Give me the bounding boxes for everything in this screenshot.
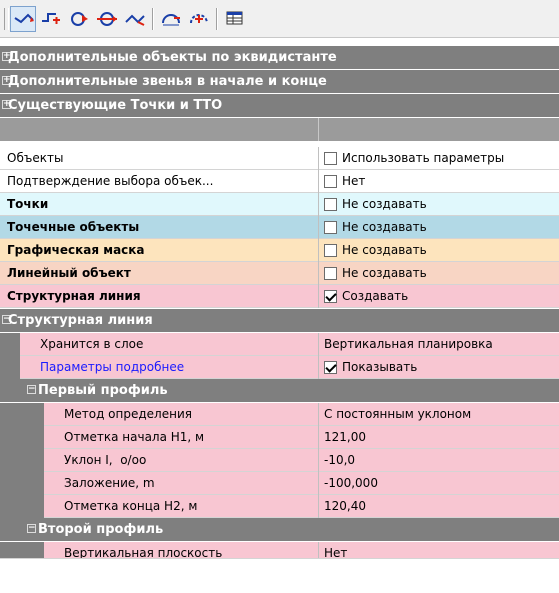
grid-blank-row xyxy=(0,118,559,141)
prop-h1[interactable]: Отметка начала H1, м 121,00 xyxy=(0,426,559,449)
prop-points-value[interactable]: Не создавать xyxy=(318,193,559,216)
collapse-minus-icon[interactable]: − xyxy=(27,385,36,394)
prop-stored-in-layer-value[interactable]: Вертикальная планировка xyxy=(318,333,559,356)
prop-h1-value[interactable]: 121,00 xyxy=(318,426,559,449)
line-fork-icon xyxy=(125,14,145,26)
circle-arrows-icon xyxy=(97,12,117,26)
prop-linear-object[interactable]: Линейный объект Не создавать xyxy=(0,262,559,285)
circle-arrow-icon xyxy=(71,12,88,26)
prop-params-more[interactable]: Параметры подробнее Показывать xyxy=(0,356,559,379)
step-line-icon xyxy=(42,13,60,24)
prop-params-more-value[interactable]: Показывать xyxy=(318,356,559,379)
polyline-arrow-button[interactable] xyxy=(10,6,36,32)
prop-structural-line[interactable]: Структурная линия Создавать xyxy=(0,285,559,308)
prop-point-objects-value[interactable]: Не создавать xyxy=(318,216,559,239)
prop-points[interactable]: Точки Не создавать xyxy=(0,193,559,216)
arc-plus-button[interactable] xyxy=(158,6,184,32)
app-window: + Дополнительные объекты по эквидистанте… xyxy=(0,0,559,593)
prop-laying-value[interactable]: -100,000 xyxy=(318,472,559,495)
category-second-profile[interactable]: − Второй профиль xyxy=(0,518,559,541)
structural-line-checkbox[interactable] xyxy=(324,290,337,303)
prop-structural-line-value[interactable]: Создавать xyxy=(318,285,559,308)
arc-dashed-button[interactable] xyxy=(186,6,212,32)
prop-h2-value[interactable]: 120,40 xyxy=(318,495,559,518)
point-objects-checkbox[interactable] xyxy=(324,221,337,234)
category-structural-line[interactable]: − Структурная линия xyxy=(0,309,559,332)
line-fork-button[interactable] xyxy=(122,6,148,32)
prop-objects[interactable]: Объекты Использовать параметры xyxy=(0,147,559,170)
prop-confirm-value[interactable]: Нет xyxy=(318,170,559,193)
table-button[interactable] xyxy=(222,6,248,32)
step-line-button[interactable] xyxy=(38,6,64,32)
prop-laying[interactable]: Заложение, m -100,000 xyxy=(0,472,559,495)
prop-linear-object-value[interactable]: Не создавать xyxy=(318,262,559,285)
graphic-mask-checkbox[interactable] xyxy=(324,244,337,257)
category-extra-links[interactable]: + Дополнительные звенья в начале и конце xyxy=(0,70,559,93)
category-first-profile[interactable]: − Первый профиль xyxy=(0,379,559,402)
toolbar-separator xyxy=(216,8,217,30)
confirm-checkbox[interactable] xyxy=(324,175,337,188)
category-existing-points[interactable]: + Существующие Точки и ТТО xyxy=(0,94,559,117)
collapse-minus-icon[interactable]: − xyxy=(27,524,36,533)
prop-method[interactable]: Метод определения С постоянным уклоном xyxy=(0,403,559,426)
prop-h2[interactable]: Отметка конца H2, м 120,40 xyxy=(0,495,559,518)
polyline-arrow-icon xyxy=(14,13,34,24)
prop-stored-in-layer[interactable]: Хранится в слое Вертикальная планировка xyxy=(0,333,559,356)
linear-object-checkbox[interactable] xyxy=(324,267,337,280)
params-more-checkbox[interactable] xyxy=(324,361,337,374)
prop-confirm-selection[interactable]: Подтверждение выбора объек... Нет xyxy=(0,170,559,193)
category-extra-objects[interactable]: + Дополнительные объекты по эквидистанте xyxy=(0,46,559,69)
prop-vertical-plane[interactable]: Вертикальная плоскость Нет xyxy=(0,542,559,559)
prop-graphic-mask-value[interactable]: Не создавать xyxy=(318,239,559,262)
prop-slope-value[interactable]: -10,0 xyxy=(318,449,559,472)
prop-graphic-mask[interactable]: Графическая маска Не создавать xyxy=(0,239,559,262)
objects-checkbox[interactable] xyxy=(324,152,337,165)
prop-vertical-plane-value[interactable]: Нет xyxy=(318,542,559,558)
prop-slope[interactable]: Уклон I, o/oo -10,0 xyxy=(0,449,559,472)
table-icon xyxy=(226,11,243,25)
toolbar xyxy=(0,0,559,38)
circle-arrows-button[interactable] xyxy=(94,6,120,32)
points-checkbox[interactable] xyxy=(324,198,337,211)
prop-objects-value[interactable]: Использовать параметры xyxy=(318,147,559,170)
prop-point-objects[interactable]: Точечные объекты Не создавать xyxy=(0,216,559,239)
toolbar-separator xyxy=(152,8,153,30)
arc-plus-icon xyxy=(162,14,180,26)
arc-dashed-icon xyxy=(190,14,208,24)
toolbar-grip[interactable] xyxy=(4,8,9,30)
prop-method-value[interactable]: С постоянным уклоном xyxy=(318,403,559,426)
circle-arrow-button[interactable] xyxy=(66,6,92,32)
